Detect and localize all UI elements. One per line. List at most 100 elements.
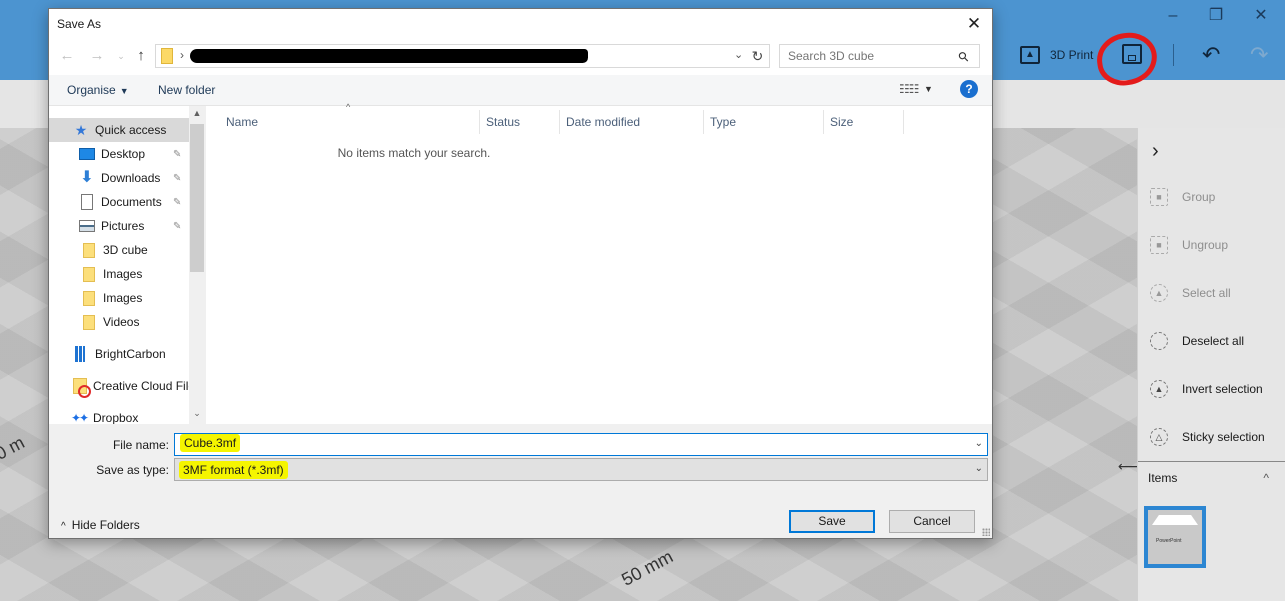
nav-item-videos[interactable]: Videos: [49, 310, 189, 334]
column-header-size[interactable]: Size: [824, 110, 904, 134]
chevron-right-icon[interactable]: ›: [1152, 140, 1159, 163]
dropbox-icon: ✦✦: [71, 411, 89, 424]
chevron-up-icon[interactable]: ^: [1263, 471, 1269, 485]
nav-item-quick-access[interactable]: ★ Quick access: [49, 118, 189, 142]
caret-down-icon: ▼: [119, 86, 129, 96]
panel-divider: [1138, 461, 1285, 462]
nav-item-label: 3D cube: [103, 243, 148, 257]
folder-icon: [161, 48, 173, 64]
nav-item-label: BrightCarbon: [95, 347, 166, 361]
chevron-down-icon[interactable]: ⌄: [734, 48, 743, 61]
undo-icon: ↶: [1202, 42, 1221, 67]
app-close-button[interactable]: ✕: [1246, 6, 1276, 26]
save-as-type-label: Save as type:: [96, 463, 169, 477]
file-name-value: Cube.3mf: [180, 434, 241, 452]
invert-selection-button[interactable]: ▲ Invert selection: [1150, 380, 1263, 398]
scroll-down-icon[interactable]: ⌄: [191, 408, 203, 419]
recent-locations-button[interactable]: ⌄: [111, 51, 131, 62]
file-name-input[interactable]: Cube.3mf ⌄: [174, 433, 988, 456]
axis-marker: ⟵: [1118, 458, 1137, 474]
sticky-selection-icon: △: [1150, 428, 1168, 446]
redo-icon: ↷: [1250, 42, 1269, 67]
search-input[interactable]: [779, 44, 980, 68]
hide-folders-label: Hide Folders: [71, 518, 140, 532]
redo-button[interactable]: ↷: [1250, 42, 1268, 68]
selection-panel: › ■ Group ■ Ungroup ▲ Select all Deselec…: [1137, 128, 1285, 601]
ungroup-label: Ungroup: [1182, 238, 1229, 252]
resize-grip[interactable]: [982, 528, 990, 536]
close-icon[interactable]: ✕: [962, 13, 986, 35]
toolbar-divider: [1173, 44, 1174, 66]
nav-item-3d-cube[interactable]: 3D cube: [49, 238, 189, 262]
nav-item-label: Downloads: [101, 171, 161, 185]
scroll-up-icon[interactable]: ▲: [191, 108, 203, 118]
cancel-button[interactable]: Cancel: [889, 510, 975, 533]
nav-item-pictures[interactable]: Pictures ✎: [49, 214, 189, 238]
group-button[interactable]: ■ Group: [1150, 188, 1215, 206]
nav-item-label: Quick access: [95, 123, 167, 137]
undo-button[interactable]: ↶: [1202, 42, 1220, 68]
organise-button[interactable]: Organise ▼: [67, 83, 129, 97]
breadcrumb-separator[interactable]: ›: [180, 48, 184, 62]
nav-item-label: Creative Cloud Files: [93, 379, 189, 393]
3d-print-button[interactable]: ▲ 3D Print: [1020, 46, 1093, 64]
new-folder-button[interactable]: New folder: [158, 83, 215, 97]
nav-item-downloads[interactable]: ⬇ Downloads ✎: [49, 166, 189, 190]
select-all-button[interactable]: ▲ Select all: [1150, 284, 1231, 302]
ungroup-icon: ■: [1150, 236, 1168, 254]
deselect-all-button[interactable]: Deselect all: [1150, 332, 1244, 350]
nav-item-creative-cloud[interactable]: Creative Cloud Files: [49, 374, 189, 398]
up-button[interactable]: ↑: [131, 47, 151, 64]
chevron-up-icon: ^: [61, 521, 66, 532]
view-options-icon[interactable]: ☷☷: [899, 82, 919, 96]
minimize-button[interactable]: –: [1158, 6, 1188, 26]
nav-item-brightcarbon[interactable]: BrightCarbon: [49, 342, 189, 366]
item-thumbnail[interactable]: [1144, 506, 1206, 568]
3d-print-label: 3D Print: [1050, 48, 1094, 62]
refresh-button[interactable]: ↻: [746, 44, 770, 68]
save-options: File name: Cube.3mf ⌄ Save as type: 3MF …: [49, 424, 992, 538]
dialog-title: Save As: [57, 17, 102, 31]
items-section-label: Items: [1148, 471, 1178, 485]
sticky-selection-button[interactable]: △ Sticky selection: [1150, 428, 1265, 446]
column-header-date-modified[interactable]: Date modified: [560, 110, 704, 134]
ungroup-button[interactable]: ■ Ungroup: [1150, 236, 1228, 254]
dialog-titlebar[interactable]: Save As ✕: [49, 9, 992, 39]
nav-item-documents[interactable]: Documents ✎: [49, 190, 189, 214]
column-header-name[interactable]: Name: [220, 110, 480, 134]
caret-down-icon[interactable]: ▼: [924, 84, 933, 94]
empty-message: No items match your search.: [337, 146, 491, 160]
forward-button[interactable]: →: [87, 47, 107, 64]
deselect-all-icon: [1150, 332, 1168, 350]
documents-icon: [81, 194, 93, 210]
3d-print-icon: ▲: [1020, 46, 1040, 64]
nav-item-label: Images: [103, 267, 143, 281]
hide-folders-button[interactable]: ^ Hide Folders: [61, 518, 140, 532]
file-name-label: File name:: [112, 438, 169, 452]
save-dialog-button[interactable]: Save: [789, 510, 875, 533]
select-all-icon: ▲: [1150, 284, 1168, 302]
nav-item-dropbox[interactable]: ✦✦ Dropbox: [49, 406, 189, 424]
deselect-all-label: Deselect all: [1182, 334, 1245, 348]
group-label: Group: [1182, 190, 1216, 204]
folder-icon: [83, 290, 95, 306]
pin-icon: ✎: [173, 196, 182, 208]
organise-label: Organise: [67, 83, 116, 97]
column-header-status[interactable]: Status: [480, 110, 560, 134]
nav-item-images[interactable]: Images: [49, 262, 189, 286]
back-button[interactable]: ←: [57, 47, 77, 64]
group-icon: ■: [1150, 188, 1168, 206]
chevron-down-icon: ⌄: [974, 463, 983, 474]
folder-icon: [83, 242, 95, 258]
select-all-label: Select all: [1182, 286, 1231, 300]
restore-button[interactable]: ❐: [1201, 6, 1231, 26]
column-header-type[interactable]: Type: [704, 110, 824, 134]
address-bar[interactable]: › ⌄: [155, 44, 770, 68]
star-icon: ★: [74, 122, 88, 138]
file-list[interactable]: ^ Name Status Date modified Type Size No…: [206, 102, 992, 424]
help-icon[interactable]: ?: [960, 80, 978, 98]
save-as-type-select[interactable]: 3MF format (*.3mf) ⌄: [174, 458, 988, 481]
chevron-down-icon[interactable]: ⌄: [975, 438, 983, 449]
nav-item-images-2[interactable]: Images: [49, 286, 189, 310]
pin-icon: ✎: [173, 172, 182, 184]
